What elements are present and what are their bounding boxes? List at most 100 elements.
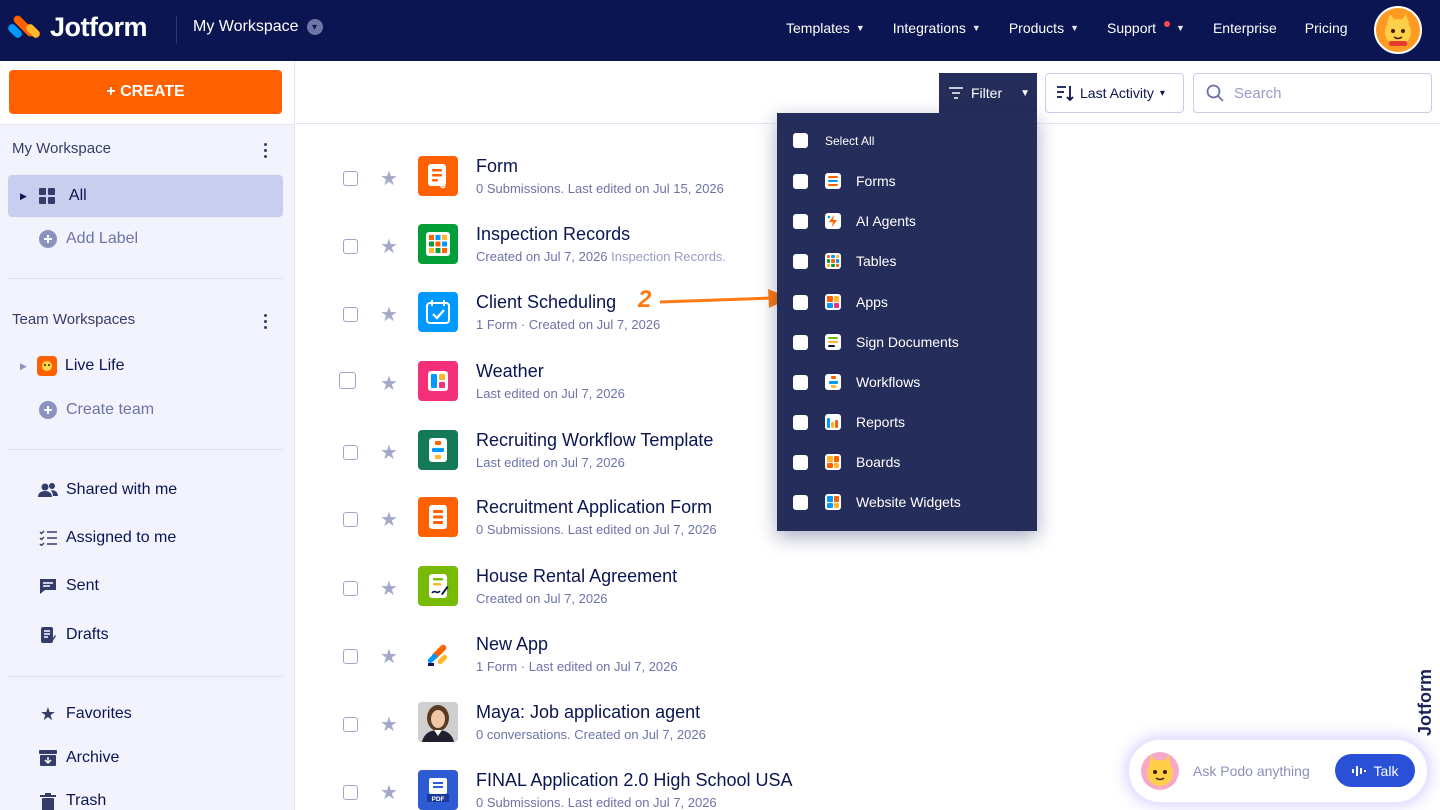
filter-option-sign-documents[interactable]: Sign Documents <box>793 334 959 350</box>
item-subtitle: Last edited on Jul 7, 2026 <box>476 455 625 470</box>
list-item[interactable]: ★ House Rental Agreement Created on Jul … <box>296 566 1440 634</box>
star-icon[interactable]: ★ <box>380 440 398 465</box>
search-field[interactable] <box>1193 73 1432 113</box>
apps-icon <box>825 294 841 310</box>
option-checkbox[interactable] <box>793 414 808 430</box>
item-title[interactable]: Weather <box>476 361 544 382</box>
workflows-icon <box>825 374 841 390</box>
option-label: Sign Documents <box>856 334 959 350</box>
option-checkbox[interactable] <box>793 374 808 390</box>
option-label: AI Agents <box>856 213 916 229</box>
search-input[interactable] <box>1234 84 1414 102</box>
nav-templates[interactable]: Templates ▼ <box>786 20 865 36</box>
form-icon <box>418 497 458 537</box>
sidebar-item-live-life[interactable]: ▶ Live Life <box>8 345 283 387</box>
filter-option-select-all[interactable]: Select All <box>793 133 874 148</box>
option-checkbox[interactable] <box>793 454 808 470</box>
option-checkbox[interactable] <box>793 494 808 510</box>
nav-support[interactable]: Support ▼ <box>1107 20 1185 36</box>
filter-option-workflows[interactable]: Workflows <box>793 374 920 390</box>
option-checkbox[interactable] <box>793 334 808 350</box>
users-icon <box>38 480 58 500</box>
sidebar-item-sent[interactable]: Sent <box>8 565 283 607</box>
user-avatar[interactable] <box>1374 6 1422 54</box>
row-checkbox[interactable] <box>343 581 358 596</box>
star-icon[interactable]: ★ <box>380 576 398 601</box>
table-icon <box>418 224 458 264</box>
star-icon[interactable]: ★ <box>380 780 398 805</box>
item-title[interactable]: Inspection Records <box>476 224 630 245</box>
item-title[interactable]: Recruitment Application Form <box>476 497 712 518</box>
nav-enterprise[interactable]: Enterprise <box>1213 20 1277 36</box>
create-button[interactable]: + CREATE <box>9 70 282 114</box>
star-icon[interactable]: ★ <box>380 234 398 259</box>
sort-dropdown[interactable]: Last Activity ▾ <box>1045 73 1184 113</box>
filter-option-apps[interactable]: Apps <box>793 294 888 310</box>
sidebar-item-trash[interactable]: Trash <box>8 780 283 810</box>
item-title[interactable]: Client Scheduling <box>476 292 616 313</box>
option-label: Forms <box>856 173 896 189</box>
option-checkbox[interactable] <box>793 173 808 189</box>
list-item[interactable]: ★ New App 1 Form · Last edited on Jul 7,… <box>296 634 1440 702</box>
filter-option-tables[interactable]: Tables <box>793 253 896 269</box>
item-title[interactable]: New App <box>476 634 548 655</box>
row-checkbox[interactable] <box>343 785 358 800</box>
item-title[interactable]: FINAL Application 2.0 High School USA <box>476 770 793 791</box>
brand-name: Jotform <box>50 12 148 42</box>
cat-avatar-icon <box>1385 14 1411 46</box>
star-icon[interactable]: ★ <box>380 371 398 396</box>
star-icon[interactable]: ★ <box>380 712 398 737</box>
select-all-checkbox[interactable] <box>793 133 808 148</box>
row-checkbox[interactable] <box>343 445 358 460</box>
row-checkbox[interactable] <box>343 171 358 186</box>
item-title[interactable]: Form <box>476 156 518 177</box>
sidebar-item-archive[interactable]: Archive <box>8 737 283 779</box>
archive-icon <box>38 748 58 768</box>
more-options-icon[interactable] <box>264 143 268 158</box>
option-checkbox[interactable] <box>793 213 808 229</box>
star-icon[interactable]: ★ <box>380 302 398 327</box>
row-checkbox[interactable] <box>339 372 356 389</box>
filter-button[interactable]: Filter ▼ <box>939 73 1037 113</box>
trash-icon <box>38 792 58 810</box>
item-title[interactable]: Recruiting Workflow Template <box>476 430 713 451</box>
row-checkbox[interactable] <box>343 649 358 664</box>
row-checkbox[interactable] <box>343 717 358 732</box>
podo-prompt[interactable]: Ask Podo anything <box>1193 763 1310 779</box>
talk-button[interactable]: Talk <box>1335 754 1415 787</box>
option-checkbox[interactable] <box>793 294 808 310</box>
add-label-button[interactable]: Add Label <box>8 218 283 260</box>
row-checkbox[interactable] <box>343 307 358 322</box>
item-title[interactable]: House Rental Agreement <box>476 566 677 587</box>
filter-option-forms[interactable]: Forms <box>793 173 896 189</box>
message-icon <box>38 576 58 596</box>
filter-option-ai-agents[interactable]: AI Agents <box>793 213 916 229</box>
workspace-switcher[interactable]: My Workspace ▾ <box>193 18 323 36</box>
nav-products[interactable]: Products ▼ <box>1009 20 1079 36</box>
sidebar-item-assigned-to-me[interactable]: Assigned to me <box>8 517 283 559</box>
more-options-icon[interactable] <box>264 314 268 329</box>
sidebar-item-drafts[interactable]: Drafts <box>8 614 283 656</box>
jotform-logo-icon <box>6 13 42 43</box>
item-subtitle: 0 Submissions. Last edited on Jul 7, 202… <box>476 522 717 537</box>
star-icon[interactable]: ★ <box>380 644 398 669</box>
star-icon[interactable]: ★ <box>380 507 398 532</box>
create-team-button[interactable]: Create team <box>8 389 283 431</box>
row-checkbox[interactable] <box>343 512 358 527</box>
star-icon[interactable]: ★ <box>380 166 398 191</box>
filter-option-boards[interactable]: Boards <box>793 454 900 470</box>
jotform-logo[interactable]: Jotform <box>6 12 148 43</box>
filter-option-reports[interactable]: Reports <box>793 414 905 430</box>
website-widgets-icon <box>825 494 841 510</box>
annotation-arrow-icon <box>659 289 790 308</box>
sidebar-item-favorites[interactable]: ★ Favorites <box>8 693 283 735</box>
filter-option-website-widgets[interactable]: Website Widgets <box>793 494 961 510</box>
nav-integrations[interactable]: Integrations ▼ <box>893 20 981 36</box>
row-checkbox[interactable] <box>343 239 358 254</box>
item-title[interactable]: Maya: Job application agent <box>476 702 700 723</box>
option-checkbox[interactable] <box>793 253 808 269</box>
sidebar-item-shared-with-me[interactable]: Shared with me <box>8 469 283 511</box>
sidebar-item-all[interactable]: ▶ All <box>8 175 283 217</box>
podo-assistant-widget[interactable]: Ask Podo anything Talk <box>1129 740 1427 802</box>
nav-pricing[interactable]: Pricing <box>1305 20 1348 36</box>
